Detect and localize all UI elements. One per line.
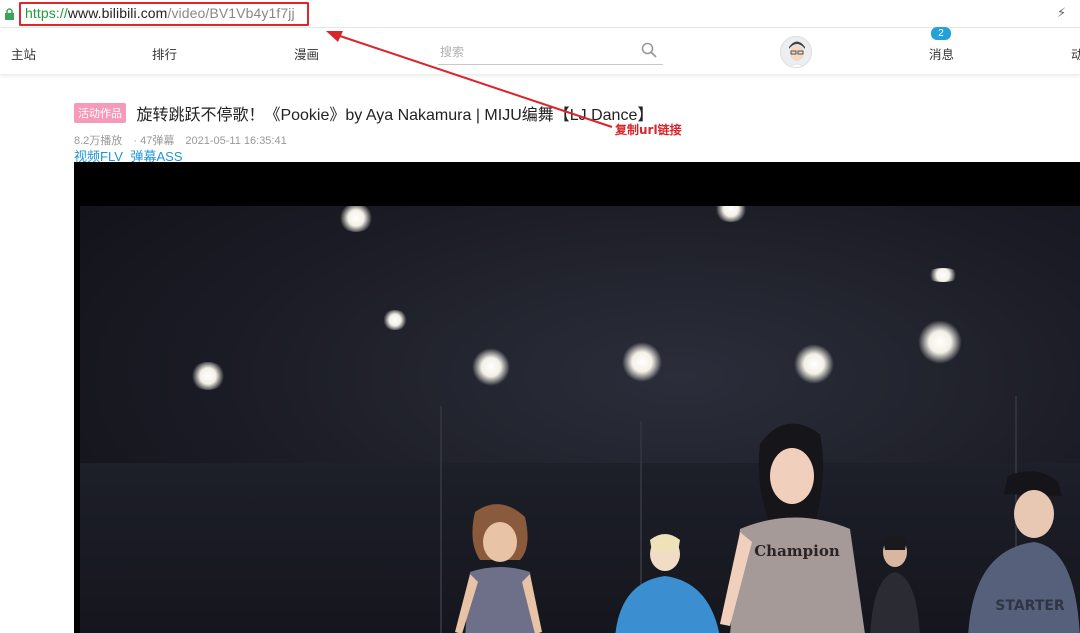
url-text[interactable]: https://www.bilibili.com/video/BV1Vb4y1f… [25,5,295,21]
dancer-left [455,504,542,633]
nav-home[interactable]: 主站 [11,44,36,63]
ceiling-light [472,348,510,386]
nav-comics[interactable]: 漫画 [294,44,319,63]
top-nav: 主站 排行 漫画 搜索 2 消息 动 [0,27,1080,75]
url-path: /video/BV1Vb4y1f7jj [167,5,295,21]
video-player[interactable]: Champion STARTER [74,162,1080,633]
address-bar[interactable]: https://www.bilibili.com/video/BV1Vb4y1f… [0,0,1080,28]
nav-messages[interactable]: 消息 [929,44,954,63]
lightning-icon[interactable]: ⚡ [1057,5,1066,21]
ceiling-light [622,342,662,382]
url-scheme: https:// [25,5,68,21]
video-title: 旋转跳跃不停歌！《Pookie》by Aya Nakamura | MIJU编舞… [136,107,654,124]
avatar[interactable] [780,36,812,68]
ceiling-light [190,362,226,390]
dancer-right: STARTER [968,471,1080,633]
search-icon[interactable] [641,42,657,58]
ceiling-light [382,310,408,330]
video-title-row: 活动作品 旋转跳跃不停歌！《Pookie》by Aya Nakamura | M… [74,101,654,124]
nav-ranking[interactable]: 排行 [152,44,177,63]
ceiling-light [714,206,748,222]
ceiling-light [794,344,834,384]
avatar-face-icon [781,37,811,67]
activity-tag[interactable]: 活动作品 [74,103,126,123]
publish-date: 2021-05-11 16:35:41 [185,135,287,147]
url-host: www.bilibili.com [67,5,168,21]
message-count-badge: 2 [931,27,951,40]
shirt-logo-starter: STARTER [995,598,1065,614]
nav-dynamic[interactable]: 动 [1071,44,1080,63]
ceiling-light [918,320,962,364]
studio-floor [80,463,1080,633]
annotation-label: 复制url链接 [615,123,682,137]
search-box[interactable]: 搜索 [438,38,663,65]
dancer-back [870,535,920,633]
ceiling-light [926,268,960,282]
video-frame[interactable]: Champion STARTER [80,206,1080,633]
shirt-logo: Champion [754,542,840,560]
search-input[interactable]: 搜索 [440,43,464,60]
ceiling-light [338,206,374,232]
lock-icon [5,8,14,20]
